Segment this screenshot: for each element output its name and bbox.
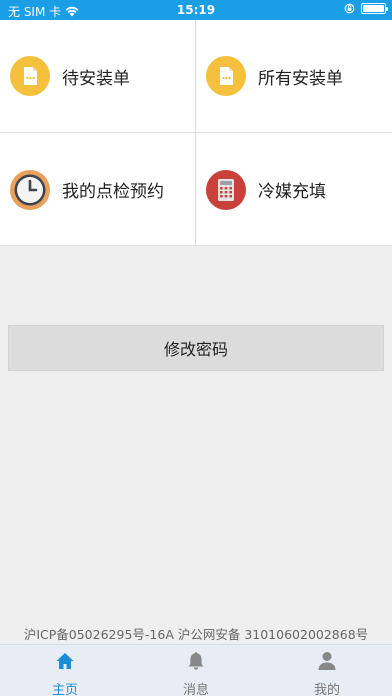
tab-profile[interactable]: 我的 <box>262 645 392 696</box>
document-icon <box>206 56 246 96</box>
tab-home[interactable]: 主页 <box>0 645 130 696</box>
tab-messages[interactable]: 消息 <box>131 645 261 696</box>
status-time: 15:19 <box>176 3 216 17</box>
menu-item-label: 待安装单 <box>62 68 130 89</box>
menu-item-refrigerant-fill[interactable]: 冷媒充填 <box>196 133 392 246</box>
menu-item-label: 我的点检预约 <box>62 182 164 202</box>
icp-license-text: 沪ICP备05026295号-16A 沪公网安备 31010602002868号 <box>23 627 369 642</box>
status-right <box>344 3 388 14</box>
clock-icon <box>10 169 50 210</box>
orientation-lock-icon <box>344 3 355 14</box>
tab-label: 主页 <box>51 683 78 696</box>
menu-item-pending-install[interactable]: 待安装单 <box>0 20 196 133</box>
menu-item-label: 所有安装单 <box>258 68 343 89</box>
menu-item-all-installs[interactable]: 所有安装单 <box>196 20 392 133</box>
tab-label: 我的 <box>313 683 340 696</box>
change-password-button[interactable]: 修改密码 <box>8 325 384 371</box>
home-icon <box>56 653 74 669</box>
document-icon <box>10 56 50 96</box>
tab-bar: 主页 消息 我的 <box>0 644 392 696</box>
battery-icon <box>361 3 388 14</box>
tab-label: 消息 <box>182 683 209 696</box>
calculator-icon <box>206 169 246 210</box>
menu-item-inspection-booking[interactable]: 我的点检预约 <box>0 133 196 246</box>
user-icon <box>318 652 336 670</box>
menu-item-label: 冷媒充填 <box>258 182 326 202</box>
status-bar: 无 SIM 卡 15:19 <box>0 0 392 20</box>
bell-icon <box>188 652 204 670</box>
function-grid: 待安装单 所有安装单 我的点检预约 冷媒充填 <box>0 20 392 246</box>
